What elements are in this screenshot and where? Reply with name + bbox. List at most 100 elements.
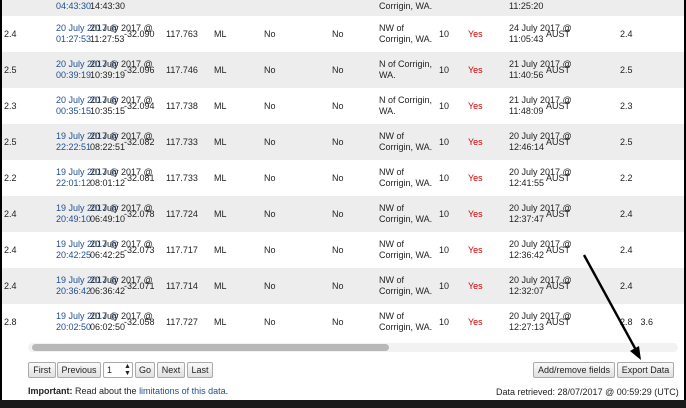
cell-depth [437,0,466,16]
updated-date: 20 July 2017 @ [509,203,572,213]
cell-depth: 10 [437,160,466,196]
cell-origin-time-utc[interactable]: 19 July 2017 @20:42:25 [54,232,119,268]
cell-origin-time-utc[interactable]: 19 July 2017 @20:36:42 [54,268,119,304]
cell-tsunami: No [330,52,377,88]
go-button[interactable]: Go [135,362,155,378]
cell-updated-time: 20 July 2017 @12:37:47 [507,196,572,232]
cell-tsunami: No [330,196,377,232]
table-row[interactable]: 04:43:30 14:43:30 Corrigin, WA. 11:25:20 [2,0,684,16]
table-row[interactable]: 2.320 July 2017 @00:35:1520 July 2017 @1… [2,88,684,124]
updated-time: 12:27:13 [509,322,545,332]
cell-yes: Yes [466,16,507,52]
cell-origin-time-utc[interactable]: 20 July 2017 @00:35:15 [54,88,119,124]
cell-lat: -32.071 [122,268,164,304]
updated-time: 12:46:14 [509,142,545,152]
origin-date: 19 July 2017 @ [56,203,119,213]
scrollbar-thumb[interactable] [32,344,389,351]
cell-agency: AUST [544,268,600,304]
origin-time: 22:01:12 [56,178,92,188]
cell-felt: No [262,232,330,268]
export-data-button[interactable]: Export Data [617,362,674,378]
previous-page-button[interactable]: Previous [57,362,101,378]
cell-updated-time: 21 July 2017 @11:40:56 [507,52,572,88]
local-time: 08:22:51 [90,142,126,152]
page-number-value: 1 [107,365,113,375]
cell-depth: 10 [437,16,466,52]
local-date: 20 July 2017 @ [90,311,153,321]
cell-tsunami: No [330,88,377,124]
cell-depth: 10 [437,232,466,268]
updated-date: 24 July 2017 @ [509,23,572,33]
local-date: 20 July 2017 @ [90,131,153,141]
cell-tsunami [330,0,377,16]
table-row[interactable]: 2.420 July 2017 @01:27:5320 July 2017 @1… [2,16,684,52]
local-time: 10:39:19 [90,70,126,80]
magnitude-value: 2.4 [620,28,633,39]
cell-place: NW of Corrigin, WA. [377,304,437,340]
magnitude-value: 2.4 [620,280,633,291]
origin-time: 20:02:50 [56,322,92,332]
cell-agency [544,0,600,16]
cell-lat: -32.081 [122,160,164,196]
add-remove-fields-button[interactable]: Add/remove fields [533,362,615,378]
first-page-button[interactable]: First [28,362,56,378]
cell-origin-time-utc[interactable]: 20 July 2017 @00:39:19 [54,52,119,88]
cell-tsunami: No [330,304,377,340]
limitations-link[interactable]: limitations of this data [139,386,226,396]
next-page-button[interactable]: Next [157,362,185,378]
cell-agency: AUST [544,88,600,124]
cell-updated-time: 20 July 2017 @12:36:42 [507,232,572,268]
horizontal-scrollbar[interactable] [28,343,678,352]
cell-origin-time-utc[interactable]: 04:43:30 [54,0,91,16]
updated-date: 20 July 2017 @ [509,131,572,141]
page-number-select[interactable]: 1 ▲ ▼ [103,362,133,378]
cell-lat: -32.073 [122,232,164,268]
table-row[interactable]: 2.4 19 July 2017 @20:36:4220 July 2017 @0… [2,268,684,304]
cell-yes: Yes [466,268,507,304]
cell-origin-time-utc[interactable]: 20 July 2017 @01:27:53 [54,16,119,52]
cell-magnitude-extra: 2.5 [618,124,684,160]
cell-lon [164,0,212,16]
table-row[interactable]: 2.419 July 2017 @20:42:2520 July 2017 @0… [2,232,684,268]
table-body: 04:43:30 14:43:30 Corrigin, WA. 11:25:20 2.4… [2,0,684,340]
cell-origin-time-utc[interactable]: 19 July 2017 @22:22:51 [54,124,119,160]
cell-tsunami: No [330,16,377,52]
cell-felt: No [262,160,330,196]
updated-time: 12:41:55 [509,178,545,188]
cell-origin-time-utc[interactable]: 19 July 2017 @20:49:10 [54,196,119,232]
table-row[interactable]: 2.219 July 2017 @22:01:1220 July 2017 @0… [2,160,684,196]
cell-origin-time-utc[interactable]: 19 July 2017 @20:02:50 [54,304,119,340]
table-row[interactable]: 2.419 July 2017 @20:49:1020 July 2017 @0… [2,196,684,232]
cell-felt [262,0,330,16]
cell-magnitude-extra [618,0,684,16]
magnitude-value: 2.5 [620,64,633,75]
origin-time: 20:42:25 [56,250,92,260]
cell-agency: AUST [544,16,600,52]
cell-origin-time-local: 14:43:30 [88,0,125,16]
cell-yes: Yes [466,124,507,160]
origin-time: 00:35:15 [56,106,92,116]
cell-origin-time-local: 20 July 2017 @08:01:12 [88,160,153,196]
cell-yes: Yes [466,196,507,232]
table-row[interactable]: 2.520 July 2017 @00:39:1920 July 2017 @1… [2,52,684,88]
cell-type: ML [212,16,262,52]
cell-spacer [600,52,618,88]
cell-lat: -32.058 [122,304,164,340]
cell-place: NW of Corrigin, WA. [377,268,437,304]
cell-felt: No [262,196,330,232]
cell-spacer [600,0,618,16]
important-label: Important: [28,386,73,396]
cell-origin-time-local: 20 July 2017 @06:36:42 [88,268,153,304]
cell-origin-time-utc[interactable]: 19 July 2017 @22:01:12 [54,160,119,196]
table-row[interactable]: 2.819 July 2017 @20:02:5020 July 2017 @0… [2,304,684,340]
cell-updated-time: 20 July 2017 @12:46:14 [507,124,572,160]
cell-magnitude-extra: 2.5 [618,52,684,88]
origin-time: 01:27:53 [56,34,92,44]
table-row[interactable]: 2.519 July 2017 @22:22:5120 July 2017 @0… [2,124,684,160]
cell-lon: 117.714 [164,268,212,304]
cell-felt: No [262,268,330,304]
cell-yes: Yes [466,304,507,340]
last-page-button[interactable]: Last [187,362,213,378]
cell-updated-time: 20 July 2017 @12:27:13 [507,304,572,340]
cell-updated-time: 20 July 2017 @12:41:55 [507,160,572,196]
